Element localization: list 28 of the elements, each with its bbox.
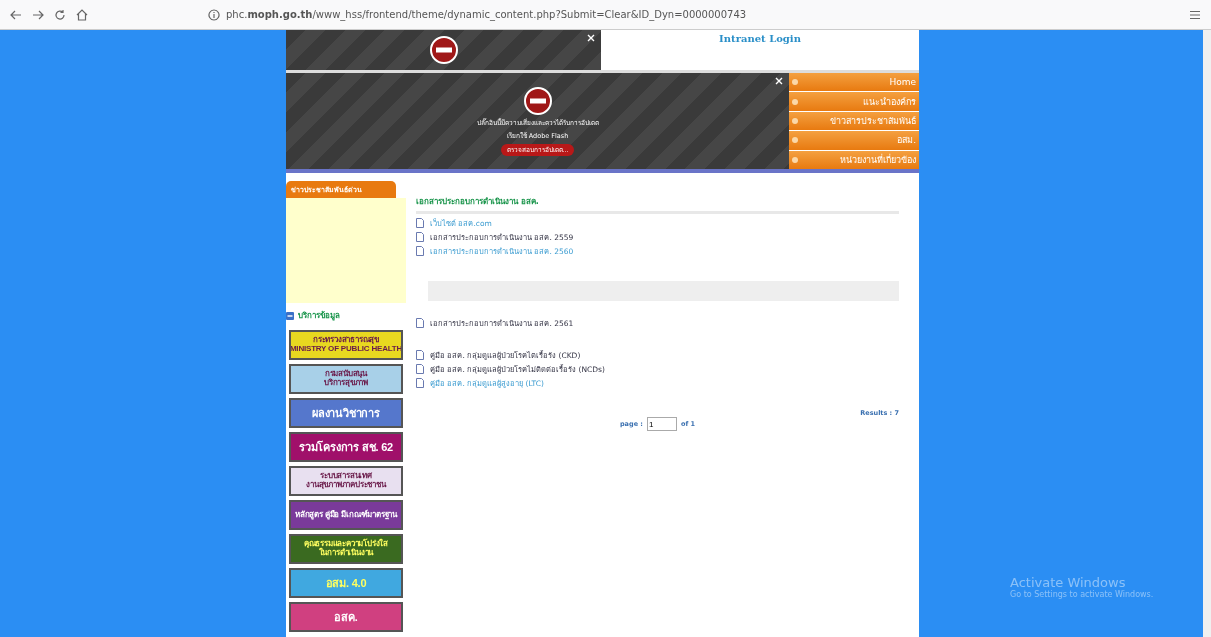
forward-icon[interactable]	[32, 8, 44, 21]
blocked-plugin-icon	[429, 36, 458, 64]
back-icon[interactable]	[10, 8, 22, 21]
info-icon[interactable]	[208, 8, 220, 21]
link-banner[interactable]: รวมโครงการ สช. 62	[289, 432, 403, 462]
link-banner[interactable]: กรมสนับสนุน บริการสุขภาพ	[289, 364, 403, 394]
section-title: เอกสารประกอบการดำเนินงาน อสค.	[416, 195, 899, 214]
home-icon[interactable]	[76, 8, 88, 21]
link-banner[interactable]: หลักสูตร คู่มือ มีเกณฑ์มาตรฐาน	[289, 500, 403, 530]
intranet-login-link[interactable]: Intranet Login	[601, 30, 919, 70]
close-icon[interactable]	[775, 77, 783, 85]
link-banner[interactable]: อสค.	[289, 602, 403, 632]
page-input[interactable]: 1	[646, 417, 677, 431]
reload-icon[interactable]	[54, 8, 66, 21]
link-banner[interactable]: ผลงานวิชาการ	[289, 398, 403, 428]
scrollbar[interactable]	[1203, 30, 1211, 637]
services-heading: บริการข้อมูล	[298, 310, 340, 322]
activation-title: Activate Windows	[1010, 575, 1127, 590]
link-banner[interactable]: คุณธรรมและความโปร่งใส ในการดำเนินงาน	[289, 534, 403, 564]
menu-icon[interactable]	[1189, 8, 1201, 21]
blocked-plugin-icon	[523, 86, 552, 115]
document-icon	[416, 318, 424, 328]
link-banner[interactable]: กระทรวงสาธารณสุข MINISTRY OF PUBLIC HEALTH	[289, 330, 403, 360]
address-bar[interactable]: phc.moph.go.th/www_hss/frontend/theme/dynamic_content.php?Submit=Clear&ID_Dyn=0000000743	[226, 9, 747, 20]
close-icon[interactable]	[587, 34, 595, 42]
link-banner[interactable]: ระบบสารสนเทศ งานสุขภาพภาคประชาชน	[289, 466, 403, 496]
collapse-icon[interactable]	[286, 311, 294, 320]
activation-subtitle: Go to Settings to activate Windows.	[1010, 590, 1154, 599]
